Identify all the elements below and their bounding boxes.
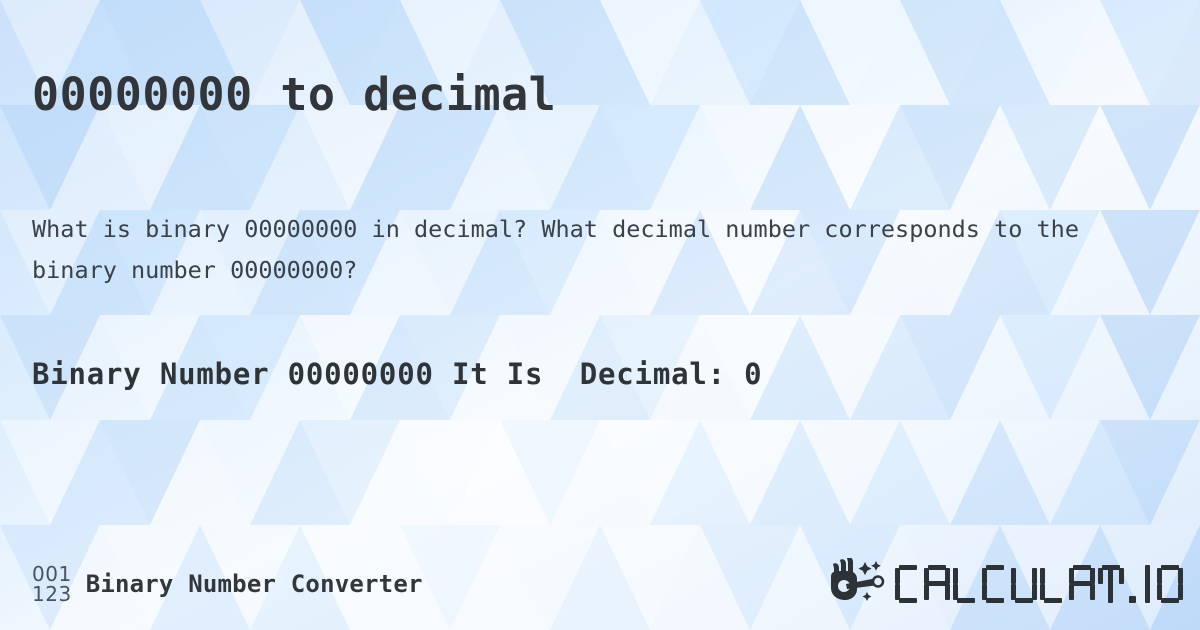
poster-content: 00000000 to decimal What is binary 00000…	[0, 0, 1200, 630]
seg-char-c	[895, 565, 921, 603]
logo-digits-top: 001	[32, 562, 72, 586]
seg-char-a2	[1069, 565, 1095, 603]
hand-magic-wand-icon	[831, 558, 885, 601]
site-brand: 001 123 Binary Number Converter	[32, 564, 423, 604]
seg-char-u	[1011, 565, 1037, 603]
seg-char-dot	[1127, 565, 1139, 603]
binary-digits-logo-icon: 001 123	[32, 564, 72, 604]
poster-canvas: 00000000 to decimal What is binary 00000…	[0, 0, 1200, 630]
site-name-label: Binary Number Converter	[85, 570, 423, 598]
seg-char-o	[1157, 565, 1183, 603]
page-subtitle: What is binary 00000000 in decimal? What…	[32, 214, 1079, 284]
page-title: 00000000 to decimal	[32, 68, 557, 122]
seg-char-l1	[953, 565, 979, 603]
seg-char-i	[1142, 565, 1154, 603]
seg-char-a	[924, 565, 950, 603]
seg-char-c2	[982, 565, 1008, 603]
calculatio-brand	[829, 558, 1186, 604]
calculatio-wordmark	[895, 559, 1186, 603]
seg-char-l2	[1040, 565, 1066, 603]
conversion-result: Binary Number 00000000 It Is Decimal: 0	[32, 357, 763, 391]
logo-digits-bottom: 123	[32, 582, 72, 606]
poster-footer: 001 123 Binary Number Converter	[0, 544, 1200, 630]
seg-char-t	[1098, 565, 1124, 603]
